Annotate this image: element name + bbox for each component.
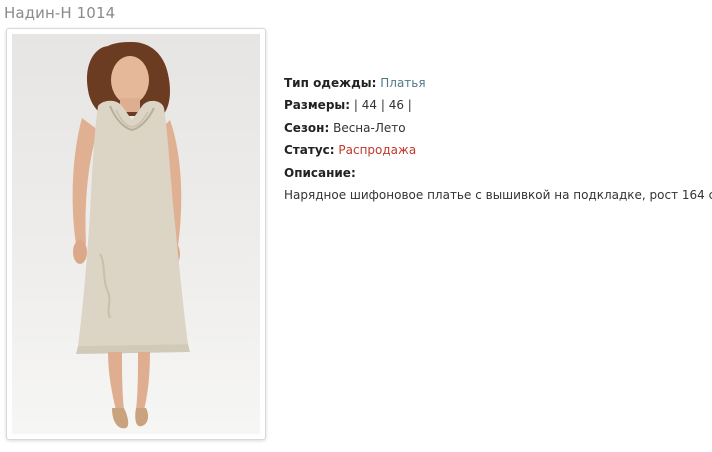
season-label: Сезон: xyxy=(284,120,330,135)
sizes-label: Размеры: xyxy=(284,98,351,113)
description-value: Нарядное шифоновое платье с вышивкой на … xyxy=(284,188,712,203)
type-link[interactable]: Платья xyxy=(380,76,425,90)
season-value: Весна-Лето xyxy=(333,120,406,135)
product-photo-frame[interactable] xyxy=(6,28,266,440)
product-details: Тип одежды: Платья Размеры: | 44 | 46 | … xyxy=(284,72,712,206)
product-title: Надин-Н 1014 xyxy=(4,4,116,22)
detail-row-description: Нарядное шифоновое платье с вышивкой на … xyxy=(284,184,712,206)
status-value: Распродажа xyxy=(338,143,417,158)
detail-row-sizes: Размеры: | 44 | 46 | xyxy=(284,94,712,116)
description-label: Описание: xyxy=(284,165,356,180)
detail-row-type: Тип одежды: Платья xyxy=(284,72,712,94)
type-label: Тип одежды: xyxy=(284,76,377,90)
detail-row-season: Сезон: Весна-Лето xyxy=(284,117,712,139)
status-label: Статус: xyxy=(284,143,335,158)
detail-row-description-label: Описание: xyxy=(284,162,712,184)
detail-row-status: Статус: Распродажа xyxy=(284,139,712,161)
sizes-value: | 44 | 46 | xyxy=(353,98,412,113)
product-photo[interactable] xyxy=(12,34,260,434)
